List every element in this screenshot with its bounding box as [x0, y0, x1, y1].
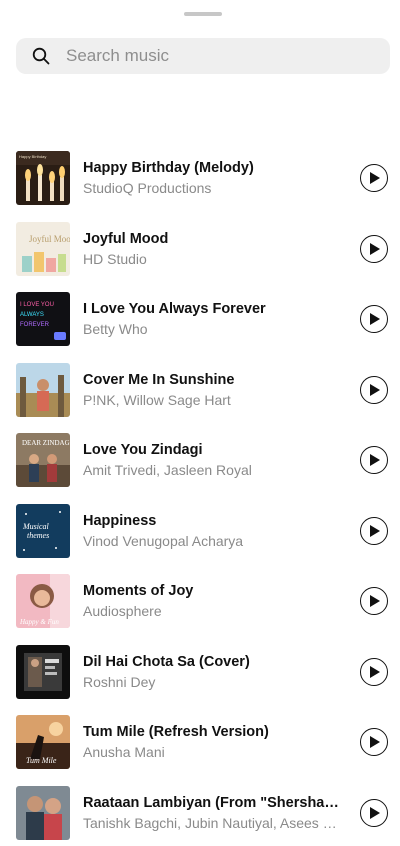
track-title: Happy Birthday (Melody): [83, 159, 345, 177]
play-button[interactable]: [360, 728, 388, 756]
play-button[interactable]: [360, 164, 388, 192]
list-item[interactable]: Dil Hai Chota Sa (Cover) Roshni Dey: [0, 635, 400, 706]
play-button[interactable]: [360, 587, 388, 615]
album-art: DEAR ZINDAGI: [16, 433, 70, 487]
drag-handle[interactable]: [184, 12, 222, 16]
track-artist: HD Studio: [83, 250, 345, 268]
list-item[interactable]: Happy Birthday Happy Birthday (Melody) S…: [0, 141, 400, 212]
track-title: Joyful Mood: [83, 230, 345, 248]
album-art-caption: Joyful Mood: [29, 234, 70, 244]
search-icon: [32, 47, 50, 65]
music-picker-sheet: Happy Birthday Happy Birthday (Melody) S…: [0, 0, 400, 835]
play-button[interactable]: [360, 235, 388, 263]
track-artist: Amit Trivedi, Jasleen Royal: [83, 461, 345, 479]
svg-text:ALWAYS: ALWAYS: [20, 312, 44, 318]
play-button[interactable]: [360, 376, 388, 404]
album-art: [16, 363, 70, 417]
play-icon: [370, 807, 380, 819]
album-art-caption: Happy & Fun: [19, 618, 59, 626]
track-title: Raataan Lambiyan (From "Shershaah"): [83, 794, 345, 812]
album-art-caption: Happy Birthday: [19, 154, 46, 159]
play-icon: [370, 666, 380, 678]
track-artist: Betty Who: [83, 320, 345, 338]
search-input[interactable]: [64, 38, 368, 74]
play-icon: [370, 243, 380, 255]
play-button[interactable]: [360, 799, 388, 827]
list-item[interactable]: Raataan Lambiyan (From "Shershaah") Tani…: [0, 776, 400, 846]
list-item[interactable]: I LOVE YOU ALWAYS FOREVER I Love You Alw…: [0, 282, 400, 353]
search-bar[interactable]: [16, 38, 390, 74]
track-artist: Anusha Mani: [83, 743, 345, 761]
album-art: Musical themes: [16, 504, 70, 558]
play-button[interactable]: [360, 305, 388, 333]
play-icon: [370, 736, 380, 748]
list-item[interactable]: DEAR ZINDAGI Love You Zindagi Amit Trive…: [0, 423, 400, 494]
track-title: Love You Zindagi: [83, 441, 345, 459]
play-button[interactable]: [360, 517, 388, 545]
play-icon: [370, 525, 380, 537]
track-title: Moments of Joy: [83, 582, 345, 600]
list-item[interactable]: Tum Mile Tum Mile (Refresh Version) Anus…: [0, 705, 400, 776]
track-title: Cover Me In Sunshine: [83, 371, 345, 389]
play-icon: [370, 595, 380, 607]
play-button[interactable]: [360, 658, 388, 686]
list-item[interactable]: Cover Me In Sunshine P!NK, Willow Sage H…: [0, 353, 400, 424]
list-item[interactable]: Happy & Fun Moments of Joy Audiosphere: [0, 564, 400, 635]
play-icon: [370, 384, 380, 396]
album-art: [16, 786, 70, 840]
svg-text:themes: themes: [27, 531, 49, 540]
track-title: Dil Hai Chota Sa (Cover): [83, 653, 345, 671]
track-artist: Audiosphere: [83, 602, 345, 620]
list-item[interactable]: Musical themes Happiness Vinod Venugopal…: [0, 494, 400, 565]
album-art: I LOVE YOU ALWAYS FOREVER: [16, 292, 70, 346]
track-title: Happiness: [83, 512, 345, 530]
track-artist: StudioQ Productions: [83, 179, 345, 197]
play-icon: [370, 313, 380, 325]
album-art: Happy Birthday: [16, 151, 70, 205]
track-title: I Love You Always Forever: [83, 300, 345, 318]
album-art-caption: DEAR ZINDAGI: [22, 439, 70, 447]
album-art: Tum Mile: [16, 715, 70, 769]
play-icon: [370, 454, 380, 466]
album-art: Happy & Fun: [16, 574, 70, 628]
play-icon: [370, 172, 380, 184]
svg-text:Musical: Musical: [22, 522, 50, 531]
track-title: Tum Mile (Refresh Version): [83, 723, 345, 741]
svg-text:FOREVER: FOREVER: [20, 322, 50, 328]
album-art: Joyful Mood: [16, 222, 70, 276]
svg-text:I LOVE YOU: I LOVE YOU: [20, 302, 54, 308]
play-button[interactable]: [360, 446, 388, 474]
album-art-caption: Tum Mile: [26, 756, 57, 765]
track-artist: Vinod Venugopal Acharya: [83, 532, 345, 550]
album-art: [16, 645, 70, 699]
list-item[interactable]: Joyful Mood Joyful Mood HD Studio: [0, 212, 400, 283]
track-artist: Roshni Dey: [83, 673, 345, 691]
track-artist: Tanishk Bagchi, Jubin Nautiyal, Asees Ka…: [83, 814, 345, 832]
track-list: Happy Birthday Happy Birthday (Melody) S…: [0, 141, 400, 846]
track-artist: P!NK, Willow Sage Hart: [83, 391, 345, 409]
